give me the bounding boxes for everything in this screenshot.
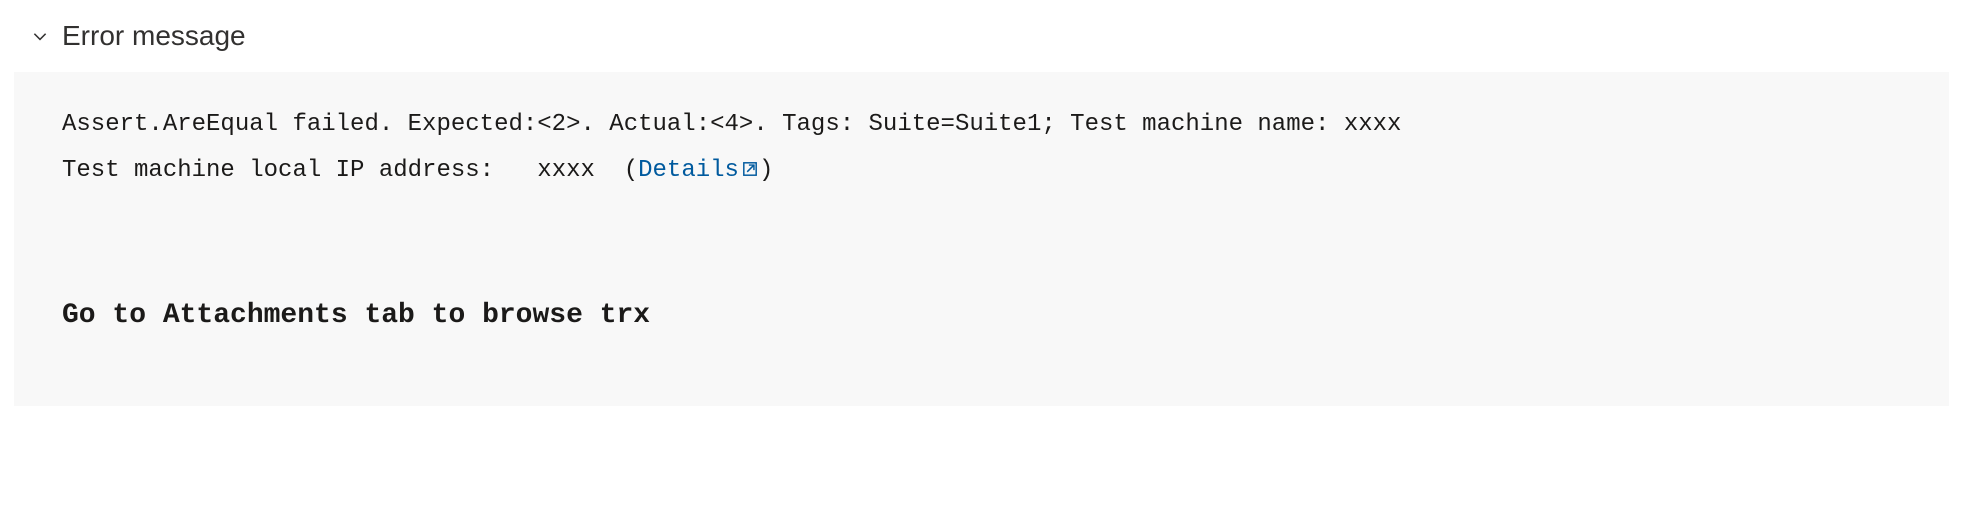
details-open-paren: (	[595, 157, 638, 184]
ip-redacted: xxxx	[537, 157, 595, 184]
chevron-down-icon	[28, 24, 52, 48]
machine-name-redacted: xxxx	[1344, 111, 1402, 138]
error-text-line1: Assert.AreEqual failed. Expected:<2>. Ac…	[62, 111, 1344, 138]
attachments-instruction: Go to Attachments tab to browse trx	[62, 289, 1901, 342]
details-close-paren: )	[759, 157, 773, 184]
details-link[interactable]: Details	[638, 157, 759, 184]
error-message-panel: Assert.AreEqual failed. Expected:<2>. Ac…	[14, 72, 1949, 406]
error-text-line2: Test machine local IP address:	[62, 157, 508, 184]
error-message-section-header[interactable]: Error message	[0, 0, 1963, 72]
external-link-icon	[741, 160, 759, 178]
section-title: Error message	[62, 20, 246, 52]
error-text-block: Assert.AreEqual failed. Expected:<2>. Ac…	[62, 102, 1901, 193]
details-link-label: Details	[638, 157, 739, 184]
